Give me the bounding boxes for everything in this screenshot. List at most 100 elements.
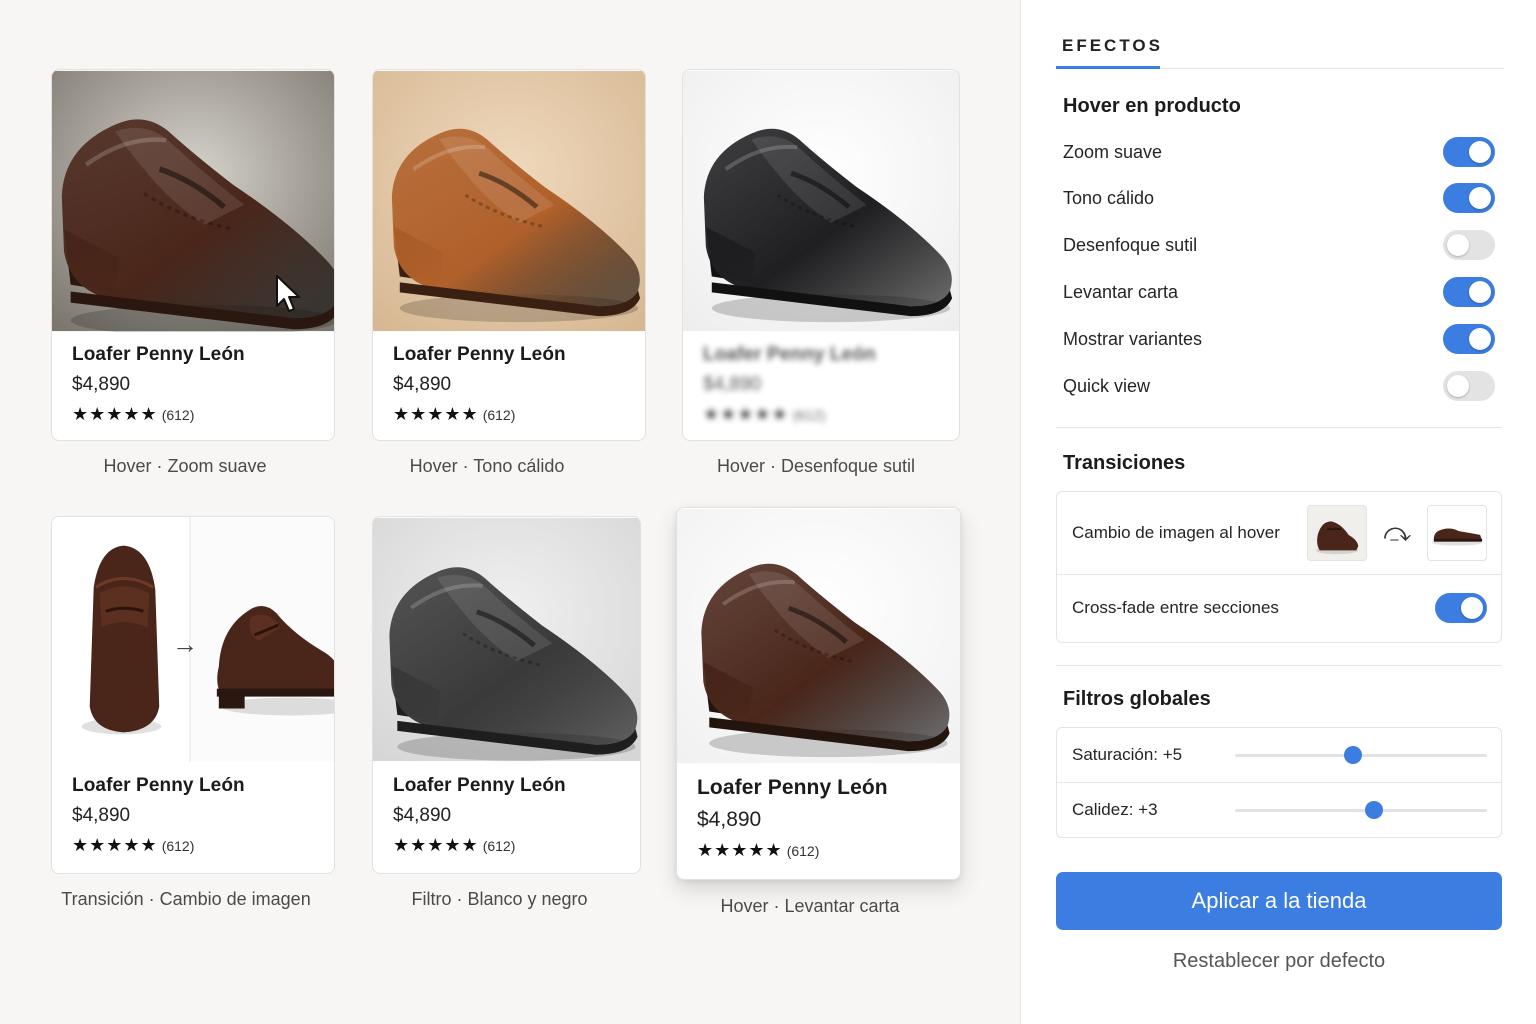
show-variants-toggle[interactable]: [1443, 324, 1495, 354]
review-count: (612): [161, 838, 195, 854]
toggle-row-lift[interactable]: Levantar carta: [1063, 277, 1495, 307]
section-divider: [1056, 427, 1502, 428]
product-rating: ★★★★★ (612): [72, 404, 322, 425]
mouse-cursor-icon: [276, 275, 300, 312]
product-card-image-swap[interactable]: → Loafer Penny León $4,890 ★★★★★ (612): [51, 516, 335, 874]
saturation-row: Saturación: +5: [1072, 742, 1487, 768]
rating-stars: ★★★★★: [72, 835, 158, 855]
saturation-label: Saturación: +5: [1072, 745, 1183, 764]
active-tab-indicator: [1056, 66, 1160, 69]
crossfade-row[interactable]: Cross-fade entre secciones: [1072, 592, 1487, 624]
product-name: Loafer Penny León: [393, 775, 566, 796]
product-name: Loafer Penny León: [72, 775, 245, 796]
product-price: $4,890: [697, 808, 762, 831]
rating-stars: ★★★★★: [703, 404, 789, 424]
toggle-label: Mostrar variantes: [1063, 328, 1203, 349]
product-image: [373, 517, 640, 762]
warmth-row: Calidez: +3: [1072, 797, 1487, 823]
thumb-front-view[interactable]: [1307, 505, 1368, 561]
warmth-slider[interactable]: [1235, 800, 1487, 820]
product-rating: ★★★★★ (612): [703, 404, 947, 425]
curved-arrow-icon: ⤼: [1383, 517, 1411, 547]
image-swap-row[interactable]: Cambio de imagen al hover ⤼: [1072, 505, 1487, 561]
product-price: $4,890: [72, 805, 131, 826]
blur-toggle[interactable]: [1443, 230, 1495, 260]
product-image: [373, 70, 645, 332]
product-price: $4,890: [72, 374, 131, 395]
review-count: (612): [482, 838, 516, 854]
section-title-hover: Hover en producto: [1063, 95, 1241, 117]
section-title-filters: Filtros globales: [1063, 688, 1211, 710]
arrow-right-icon: →: [172, 629, 198, 659]
filters-box: Saturación: +5 Calidez: +3: [1056, 727, 1502, 838]
review-count: (612): [161, 407, 195, 423]
thumb-side-view[interactable]: [1427, 505, 1487, 561]
toggle-knob: [1469, 187, 1491, 209]
toggle-knob: [1447, 234, 1469, 256]
image-swap-label: Cambio de imagen al hover: [1072, 523, 1280, 542]
section-title-transitions: Transiciones: [1063, 452, 1186, 474]
product-image: [677, 508, 960, 764]
toggle-row-zoom[interactable]: Zoom suave: [1063, 137, 1495, 167]
product-image: [683, 70, 959, 332]
warmth-label: Calidez: +3: [1072, 800, 1158, 819]
product-card-blur[interactable]: Loafer Penny León $4,890 ★★★★★ (612): [682, 69, 960, 441]
product-info: Loafer Penny León $4,890 ★★★★★ (612): [72, 344, 322, 425]
product-card-grayscale[interactable]: Loafer Penny León $4,890 ★★★★★ (612): [372, 516, 641, 874]
rating-stars: ★★★★★: [393, 404, 479, 424]
product-info: Loafer Penny León $4,890 ★★★★★ (612): [393, 344, 633, 425]
reset-defaults-link[interactable]: Restablecer por defecto: [1056, 950, 1502, 973]
toggle-knob: [1469, 141, 1491, 163]
product-info: Loafer Penny León $4,890 ★★★★★ (612): [697, 776, 948, 861]
toggle-label: Quick view: [1063, 375, 1151, 396]
toggle-knob: [1469, 328, 1491, 350]
product-gallery: Loafer Penny León $4,890 ★★★★★ (612) Hove…: [0, 0, 1020, 1024]
warm-tone-toggle[interactable]: [1443, 183, 1495, 213]
apply-to-store-button[interactable]: Aplicar a la tienda: [1056, 872, 1502, 930]
product-card-zoom[interactable]: Loafer Penny León $4,890 ★★★★★ (612): [51, 69, 335, 441]
product-rating: ★★★★★ (612): [72, 835, 322, 856]
toggle-knob: [1469, 281, 1491, 303]
slider-handle[interactable]: [1364, 801, 1383, 819]
quick-view-toggle[interactable]: [1443, 371, 1495, 401]
slider-handle[interactable]: [1344, 746, 1363, 764]
rating-stars: ★★★★★: [72, 404, 158, 424]
product-price: $4,890: [393, 805, 452, 826]
card-caption: Hover · Levantar carta: [720, 896, 900, 916]
toggle-knob: [1461, 597, 1483, 619]
slider-track: [1235, 809, 1487, 812]
rating-stars: ★★★★★: [393, 835, 479, 855]
box-divider: [1057, 782, 1501, 783]
crossfade-toggle[interactable]: [1435, 593, 1487, 623]
toggle-label: Desenfoque sutil: [1063, 234, 1198, 255]
toggle-row-blur[interactable]: Desenfoque sutil: [1063, 230, 1495, 260]
box-divider: [1057, 574, 1501, 575]
product-rating: ★★★★★ (612): [697, 840, 948, 861]
product-price: $4,890: [703, 374, 762, 395]
card-caption: Hover · Zoom suave: [103, 456, 267, 476]
toggle-label: Levantar carta: [1063, 281, 1179, 302]
rating-stars: ★★★★★: [697, 840, 783, 860]
toggle-row-warm[interactable]: Tono cálido: [1063, 183, 1495, 213]
card-caption: Hover · Desenfoque sutil: [716, 456, 916, 476]
product-name: Loafer Penny León: [393, 344, 566, 365]
toggle-label: Tono cálido: [1063, 187, 1155, 208]
product-info: Loafer Penny León $4,890 ★★★★★ (612): [72, 775, 322, 856]
transitions-box: Cambio de imagen al hover ⤼ Cross-fade e…: [1056, 491, 1502, 643]
product-card-warm[interactable]: Loafer Penny León $4,890 ★★★★★ (612): [372, 69, 646, 441]
product-rating: ★★★★★ (612): [393, 404, 633, 425]
image-swap-thumbs: ⤼: [1307, 505, 1487, 561]
product-name: Loafer Penny León: [703, 344, 876, 365]
card-caption: Filtro · Blanco y negro: [411, 889, 588, 909]
card-caption: Transición · Cambio de imagen: [61, 889, 311, 909]
product-rating: ★★★★★ (612): [393, 835, 628, 856]
card-caption: Hover · Tono cálido: [409, 456, 565, 476]
zoom-toggle[interactable]: [1443, 137, 1495, 167]
product-card-lift[interactable]: Loafer Penny León $4,890 ★★★★★ (612): [676, 507, 961, 880]
crossfade-label: Cross-fade entre secciones: [1072, 598, 1279, 617]
product-price: $4,890: [393, 374, 452, 395]
toggle-row-variants[interactable]: Mostrar variantes: [1063, 324, 1495, 354]
toggle-row-quickview[interactable]: Quick view: [1063, 371, 1495, 401]
lift-card-toggle[interactable]: [1443, 277, 1495, 307]
saturation-slider[interactable]: [1235, 745, 1487, 765]
